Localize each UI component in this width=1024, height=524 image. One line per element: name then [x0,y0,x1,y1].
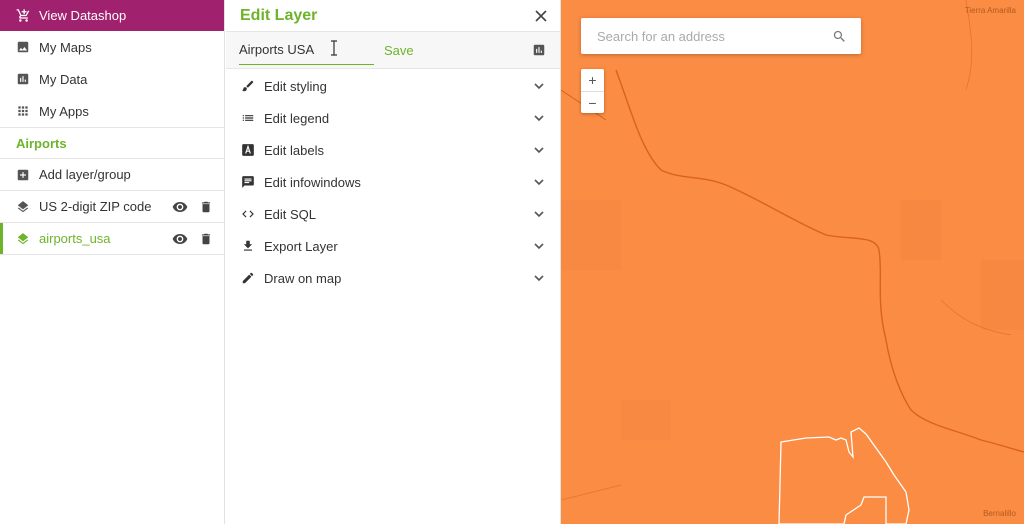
layers-icon [16,232,30,246]
panel-title: Edit Layer [240,6,318,24]
edit-layer-panel: Edit Layer Save Edit styling Edit legend… [226,0,561,524]
map-place-label: Bernalillo [983,509,1016,518]
edit-labels-section[interactable]: Edit labels [226,134,560,166]
section-label: Edit SQL [264,206,317,222]
layers-icon [16,200,30,214]
chevron-down-icon [532,271,546,285]
search-icon[interactable] [829,26,849,46]
section-label: Edit labels [264,142,324,158]
close-icon[interactable] [530,5,552,27]
bar-chart-icon [16,72,30,86]
download-icon [240,238,256,254]
image-icon [16,40,30,54]
map-place-label: Tierra Amarilla [964,6,1016,15]
chevron-down-icon [532,239,546,253]
layer-row-us-zip[interactable]: US 2-digit ZIP code [0,191,224,223]
text-icon [240,142,256,158]
chevron-down-icon [532,79,546,93]
trash-icon[interactable] [198,231,214,247]
cart-icon [16,9,30,22]
layer-row-airports-usa[interactable]: airports_usa [0,223,224,255]
sidebar-item-label: My Apps [39,103,89,119]
layer-name-input[interactable] [239,35,374,65]
draw-on-map-section[interactable]: Draw on map [226,262,560,294]
sidebar-item-my-apps[interactable]: My Apps [0,95,224,127]
address-search-input[interactable] [581,28,829,44]
view-datashop-label: View Datashop [39,8,127,23]
layer-name-bar: Save [226,31,560,69]
code-icon [240,206,256,222]
zoom-control: + − [581,69,604,113]
section-label: Draw on map [264,270,342,286]
add-layer-button[interactable]: Add layer/group [0,159,224,191]
zoom-out-button[interactable]: − [581,91,604,113]
chevron-down-icon [532,175,546,189]
save-button[interactable]: Save [384,43,414,58]
zoom-in-button[interactable]: + [581,69,604,91]
edit-legend-section[interactable]: Edit legend [226,102,560,134]
layer-name: US 2-digit ZIP code [39,199,152,214]
trash-icon[interactable] [198,199,214,215]
chevron-down-icon [532,207,546,221]
pencil-icon [240,270,256,286]
map-section-title: Airports [0,127,224,159]
section-label: Export Layer [264,238,338,254]
brush-icon [240,78,256,94]
edit-sql-section[interactable]: Edit SQL [226,198,560,230]
visibility-eye-icon[interactable] [172,231,188,247]
comment-icon [240,174,256,190]
panel-header: Edit Layer [226,0,560,31]
sidebar-item-my-maps[interactable]: My Maps [0,31,224,63]
map-basemap [561,0,1024,524]
map-canvas[interactable]: Tierra Amarilla Bernalillo + − [561,0,1024,524]
visibility-eye-icon[interactable] [172,199,188,215]
chevron-down-icon [532,143,546,157]
stats-icon[interactable] [532,43,546,57]
view-datashop-button[interactable]: View Datashop [0,0,224,31]
section-label: Edit legend [264,110,330,126]
edit-styling-section[interactable]: Edit styling [226,70,560,102]
export-layer-section[interactable]: Export Layer [226,230,560,262]
edit-infowindows-section[interactable]: Edit infowindows [226,166,560,198]
sidebar-item-my-data[interactable]: My Data [0,63,224,95]
add-box-icon [16,168,30,182]
address-search-box [581,18,861,54]
add-layer-label: Add layer/group [39,167,131,182]
apps-grid-icon [16,104,30,118]
text-cursor-icon [330,40,338,61]
layer-name: airports_usa [39,231,111,246]
section-label: Edit infowindows [264,174,361,190]
section-label: Edit styling [264,78,327,94]
sidebar: View Datashop My Maps My Data My Apps Ai… [0,0,225,524]
list-icon [240,110,256,126]
chevron-down-icon [532,111,546,125]
sidebar-item-label: My Maps [39,39,92,55]
sidebar-item-label: My Data [39,71,88,87]
